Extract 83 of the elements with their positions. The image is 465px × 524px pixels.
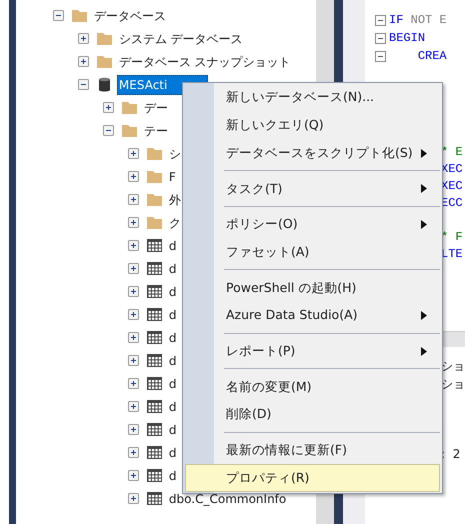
table-icon: [146, 445, 163, 460]
tree-item[interactable]: テー: [142, 120, 170, 140]
tree-item[interactable]: d: [166, 442, 179, 462]
table-icon: [146, 399, 163, 414]
folder-icon: [120, 100, 138, 115]
menu-item[interactable]: 名前の変更(M): [185, 373, 440, 401]
tree-item[interactable]: d: [166, 236, 179, 256]
code-line: BEGIN: [389, 30, 426, 47]
folder-icon: [96, 31, 113, 46]
collapse-icon[interactable]: [375, 14, 386, 26]
tree-item[interactable]: F: [166, 166, 178, 186]
output-text: ショ: [441, 359, 465, 373]
expand-icon[interactable]: [128, 424, 139, 435]
expand-icon[interactable]: [128, 355, 139, 366]
expand-icon[interactable]: [78, 56, 89, 67]
expand-icon[interactable]: [128, 378, 139, 389]
tree-item[interactable]: シ: [166, 144, 183, 164]
expand-icon[interactable]: [78, 33, 89, 44]
tree-item[interactable]: d: [166, 466, 179, 486]
expand-icon[interactable]: [128, 194, 139, 205]
table-icon: [146, 307, 163, 322]
folder-icon: [146, 215, 163, 230]
menu-item[interactable]: タスク(T): [185, 175, 440, 203]
tree-item[interactable]: d: [166, 258, 179, 278]
tree-item[interactable]: d: [166, 374, 179, 394]
menu-item[interactable]: 新しいクエリ(Q): [185, 112, 440, 140]
tree-item[interactable]: デー: [142, 98, 170, 118]
expand-icon[interactable]: [128, 148, 139, 159]
collapse-icon[interactable]: [375, 32, 386, 44]
folder-icon: [146, 192, 163, 207]
table-icon: [146, 330, 163, 345]
tree-item[interactable]: d: [166, 420, 179, 440]
expand-icon[interactable]: [102, 102, 114, 113]
expand-icon[interactable]: [128, 286, 139, 297]
expand-icon[interactable]: [128, 332, 139, 343]
tree-item[interactable]: データベース スナップショット: [116, 52, 293, 72]
folder-icon: [96, 54, 113, 69]
expand-icon[interactable]: [128, 493, 139, 504]
menu-item[interactable]: 削除(D): [185, 400, 440, 429]
folder-icon: [70, 8, 88, 23]
tree-item[interactable]: d: [166, 304, 179, 324]
tree-item[interactable]: 外: [166, 190, 183, 210]
table-icon: [146, 261, 163, 276]
output-text: ショ: [441, 377, 465, 391]
expand-icon[interactable]: [128, 447, 139, 458]
menu-item[interactable]: Azure Data Studio(A): [185, 302, 440, 330]
expand-icon[interactable]: [128, 309, 139, 320]
table-icon: [146, 353, 163, 368]
expand-icon[interactable]: [128, 217, 139, 228]
expand-icon[interactable]: [128, 470, 139, 481]
collapse-icon[interactable]: [102, 125, 114, 136]
folder-icon: [120, 123, 138, 138]
menu-item[interactable]: ファセット(A): [185, 238, 440, 266]
menu-item[interactable]: レポート(P): [185, 338, 440, 366]
table-icon: [146, 422, 163, 437]
folder-icon: [146, 146, 163, 161]
tree-item[interactable]: d: [166, 396, 179, 416]
folder-icon: [146, 169, 163, 184]
expand-icon[interactable]: [128, 171, 139, 182]
expand-icon[interactable]: [128, 263, 139, 274]
table-icon: [146, 284, 163, 299]
menu-item[interactable]: プロパティ(R): [185, 464, 440, 492]
expand-icon[interactable]: [128, 401, 139, 412]
code-line: IF NOT E: [389, 12, 447, 29]
collapse-icon[interactable]: [375, 50, 386, 62]
table-icon: [146, 468, 163, 483]
collapse-icon[interactable]: [52, 10, 64, 21]
tree-item[interactable]: d: [166, 282, 179, 302]
code-line: CREA: [416, 48, 447, 65]
table-icon: [146, 491, 163, 506]
tree-item[interactable]: d: [166, 350, 179, 370]
table-icon: [146, 376, 163, 391]
menu-item[interactable]: PowerShell の起動(H): [185, 274, 440, 302]
tree-item[interactable]: データベース: [92, 6, 168, 26]
collapse-icon[interactable]: [78, 79, 89, 90]
menu-item[interactable]: 最新の情報に更新(F): [185, 436, 440, 464]
menu-item[interactable]: ポリシー(O): [185, 210, 440, 238]
expand-icon[interactable]: [128, 240, 139, 251]
tree-item[interactable]: d: [166, 328, 179, 348]
menu-item[interactable]: データベースをスクリプト化(S): [185, 139, 440, 168]
tree-item[interactable]: システム データベース: [116, 28, 245, 48]
table-icon: [146, 238, 163, 253]
tree-item[interactable]: ク: [166, 212, 183, 232]
